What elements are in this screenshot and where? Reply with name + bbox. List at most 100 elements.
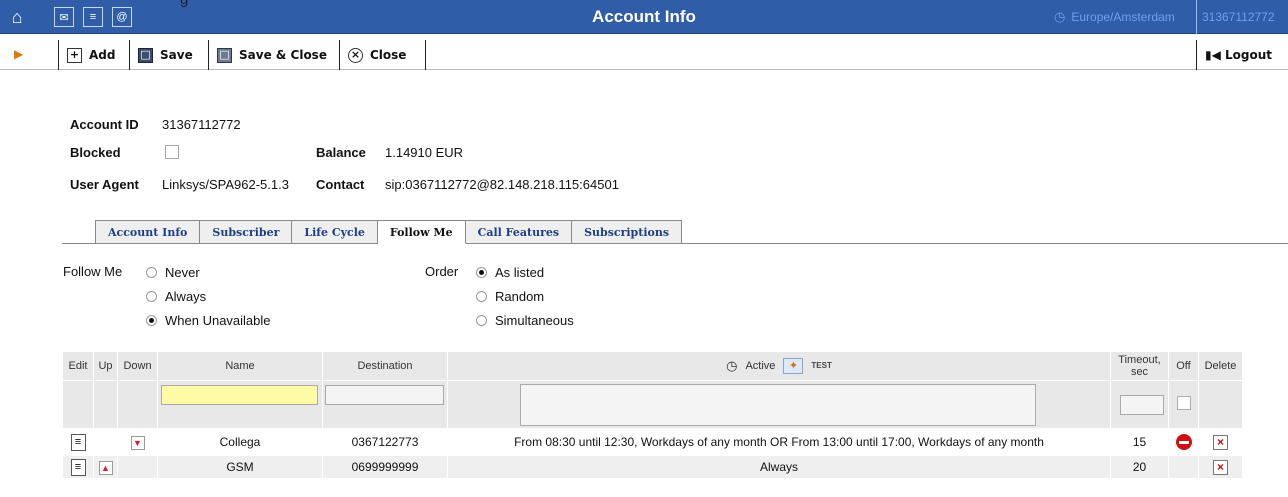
toolbar-divider: [425, 40, 426, 70]
empty-cell: [1198, 380, 1243, 429]
contact-value: sip:0367112772@82.148.218.115:64501: [385, 177, 619, 192]
close-button[interactable]: × Close: [339, 40, 414, 70]
user-agent-value: Linksys/SPA962-5.1.3: [162, 177, 289, 192]
col-timeout-header: Timeout, sec: [1110, 351, 1169, 381]
add-button[interactable]: + Add: [58, 40, 123, 70]
logout-button[interactable]: ▮◀ Logout: [1196, 40, 1272, 70]
off-status-icon[interactable]: [1175, 434, 1192, 450]
follow-me-always-radio[interactable]: Always: [146, 289, 206, 304]
radio-label: As listed: [495, 265, 545, 280]
wizard-icon[interactable]: ✦: [783, 358, 804, 374]
name-cell: GSM: [157, 455, 323, 479]
blocked-checkbox[interactable]: [165, 145, 179, 159]
timeout-cell: 20: [1110, 455, 1169, 479]
tab-life-cycle[interactable]: Life Cycle: [292, 220, 378, 244]
order-random-radio[interactable]: Random: [476, 289, 544, 304]
account-link[interactable]: 31367112772: [1202, 0, 1275, 34]
test-icon[interactable]: TEST: [811, 362, 831, 370]
col-down-header: Down: [117, 351, 158, 381]
off-checkbox[interactable]: [1176, 396, 1191, 410]
off-cell: [1168, 455, 1199, 479]
order-label: Order: [425, 264, 459, 279]
edit-icon[interactable]: ≡: [70, 458, 86, 476]
tab-subscriptions[interactable]: Subscriptions: [572, 220, 683, 244]
down-cell: ▼: [117, 428, 158, 456]
radio-indicator: [146, 267, 157, 278]
save-close-label: Save & Close: [239, 48, 327, 62]
timeout-cell: [1110, 380, 1169, 429]
close-label: Close: [370, 48, 407, 62]
col-active-header: ◷ Active ✦ TEST: [447, 351, 1111, 381]
name-cell: Collega: [157, 428, 323, 456]
follow-me-table: Edit Up Down Name Destination ◷ Active ✦…: [62, 351, 1243, 479]
active-header-label: Active: [745, 360, 776, 372]
name-input[interactable]: [161, 385, 318, 405]
follow-me-label: Follow Me: [63, 264, 123, 279]
radio-indicator: [476, 291, 487, 302]
up-cell: [93, 428, 118, 456]
timeout-input[interactable]: [1120, 394, 1164, 415]
down-cell: [117, 455, 158, 479]
order-simultaneous-radio[interactable]: Simultaneous: [476, 313, 574, 328]
table-row: ≡ ▲ GSM 0699999999 Always 20 ×: [62, 455, 1243, 479]
account-id-value: 31367112772: [162, 117, 241, 132]
active-period-input[interactable]: [520, 383, 1036, 426]
radio-label: Never: [165, 265, 200, 280]
radio-indicator-selected: [146, 315, 157, 326]
move-down-icon[interactable]: ▼: [130, 435, 145, 450]
off-cell: [1168, 380, 1199, 429]
timezone-label: Europe/Amsterdam: [1071, 10, 1175, 24]
timeout-cell: 15: [1110, 428, 1169, 456]
col-delete-header: Delete: [1198, 351, 1243, 381]
add-label: Add: [89, 48, 116, 62]
clock-icon[interactable]: ◷: [726, 358, 737, 374]
edit-cell: ≡: [62, 455, 94, 479]
radio-indicator: [476, 315, 487, 326]
delete-icon[interactable]: ×: [1213, 434, 1228, 450]
save-button[interactable]: □ Save: [129, 40, 201, 70]
active-cell: Always: [447, 455, 1111, 479]
delete-cell: ×: [1198, 455, 1243, 479]
radio-indicator-selected: [476, 267, 487, 278]
plus-icon: +: [67, 47, 82, 63]
destination-cell: 0367122773: [322, 428, 448, 456]
tab-call-features[interactable]: Call Features: [465, 220, 573, 244]
col-name-header[interactable]: Name: [157, 351, 323, 381]
move-up-icon[interactable]: ▲: [98, 460, 113, 475]
destination-cell: 0699999999: [322, 455, 448, 479]
delete-icon[interactable]: ×: [1213, 459, 1228, 475]
destination-input[interactable]: [325, 385, 444, 405]
edit-cell: ≡: [62, 428, 94, 456]
balance-label: Balance: [316, 145, 366, 160]
timezone-link[interactable]: ◷ Europe/Amsterdam: [1054, 0, 1175, 34]
save-label: Save: [160, 48, 193, 62]
col-destination-header[interactable]: Destination: [322, 351, 448, 381]
active-cell: From 08:30 until 12:30, Workdays of any …: [447, 428, 1111, 456]
toolbar: ▶ + Add □ Save □ Save & Close × Close ▮◀ Log…: [0, 40, 1288, 70]
disk-close-icon: □: [217, 47, 232, 63]
follow-me-when-unavailable-radio[interactable]: When Unavailable: [146, 313, 271, 328]
active-cell: [447, 380, 1111, 429]
col-up-header: Up: [93, 351, 118, 381]
destination-cell: [322, 380, 448, 429]
user-agent-label: User Agent: [70, 177, 139, 192]
tab-account-info[interactable]: Account Info: [95, 220, 201, 244]
new-entry-row: [62, 380, 1243, 429]
empty-cell: [62, 380, 94, 429]
edit-icon[interactable]: ≡: [70, 433, 86, 451]
logout-icon: ▮◀: [1205, 48, 1226, 62]
name-cell: [157, 380, 323, 429]
tab-follow-me[interactable]: Follow Me: [377, 220, 466, 244]
follow-me-never-radio[interactable]: Never: [146, 265, 200, 280]
radio-label: Simultaneous: [495, 313, 574, 328]
off-cell: [1168, 428, 1199, 456]
table-header-row: Edit Up Down Name Destination ◷ Active ✦…: [62, 351, 1243, 381]
order-as-listed-radio[interactable]: As listed: [476, 265, 544, 280]
top-bar: ⌂ ✉ ≡ @ g Account Info ◷Europe/Amsterdam…: [0, 0, 1288, 34]
play-icon[interactable]: ▶: [14, 47, 23, 61]
account-id-label: Account ID: [70, 117, 139, 132]
up-cell: ▲: [93, 455, 118, 479]
save-close-button[interactable]: □ Save & Close: [208, 40, 335, 70]
tab-subscriber[interactable]: Subscriber: [200, 220, 293, 244]
clock-icon: ◷: [1054, 9, 1066, 24]
